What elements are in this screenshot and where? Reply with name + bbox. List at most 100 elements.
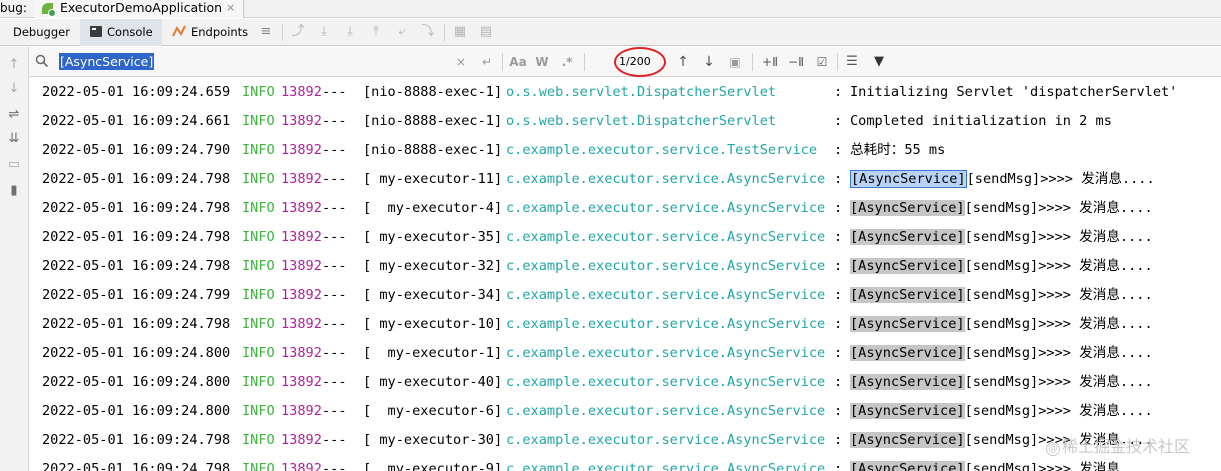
regex-toggle[interactable]: .* [559, 54, 575, 70]
log-logger: c.example.executor.service.AsyncService [506, 229, 826, 245]
log-message: [AsyncService][sendMsg]>>>> 发消息.... [850, 310, 1153, 339]
log-thread: [ my-executor-32] [363, 258, 503, 274]
log-line: 2022-05-01 16:09:24.798 INFO 13892 --- [ my-… [30, 252, 1221, 281]
log-line: 2022-05-01 16:09:24.800 INFO 13892 --- [ my-… [30, 397, 1221, 426]
search-divider [502, 53, 503, 71]
log-message: [AsyncService][sendMsg]>>>> 发消息.... [850, 252, 1153, 281]
log-message: [AsyncService][sendMsg]>>>> 发消息.... [850, 455, 1153, 471]
log-message: [AsyncService][sendMsg]>>>> 发消息.... [850, 339, 1153, 368]
find-bar: [AsyncService] × ↵ Aa W .* 1/200 ↑ ↓ ▣ +… [29, 47, 1221, 77]
previous-match-icon[interactable]: ↑ [675, 53, 691, 71]
print-icon[interactable]: ▭ [6, 157, 22, 173]
search-match: [AsyncService] [850, 432, 965, 448]
log-message: [AsyncService][sendMsg]>>>> 发消息.... [850, 223, 1153, 252]
log-pid: 13892 [281, 403, 322, 419]
log-logger: c.example.executor.service.AsyncService [506, 171, 826, 187]
log-pid: 13892 [281, 345, 322, 361]
log-line: 2022-05-01 16:09:24.799 INFO 13892 --- [ my-… [30, 281, 1221, 310]
log-logger: o.s.web.servlet.DispatcherServlet [506, 113, 777, 129]
annotation-circle [614, 47, 666, 77]
next-match-icon[interactable]: ↓ [701, 53, 717, 71]
step-into-icon[interactable]: ⤓ [342, 24, 358, 40]
log-colon: : [834, 403, 843, 419]
soft-wrap-icon[interactable]: ⇌ [6, 107, 22, 123]
tab-endpoints[interactable]: Endpoints [168, 19, 250, 46]
log-logger: c.example.executor.service.AsyncService [506, 316, 826, 332]
log-colon: : [834, 142, 843, 158]
trace-icon[interactable]: ▤ [478, 24, 494, 40]
menu-icon[interactable]: ≡ [258, 24, 274, 40]
search-match: [AsyncService] [850, 287, 965, 303]
log-message: [AsyncService][sendMsg]>>>> 发消息.... [850, 397, 1153, 426]
log-line: 2022-05-01 16:09:24.659 INFO 13892 --- [nio-… [30, 78, 1221, 107]
select-all-occurrences-icon[interactable]: ☑ [812, 53, 832, 71]
log-line: 2022-05-01 16:09:24.798 INFO 13892 --- [ my-… [30, 165, 1221, 194]
new-line-icon[interactable]: ↵ [479, 54, 495, 70]
console-output[interactable]: 2022-05-01 16:09:24.659 INFO 13892 --- [nio-… [30, 78, 1221, 471]
log-timestamp: 2022-05-01 16:09:24.798 [42, 258, 231, 274]
log-message-tail: [sendMsg]>>>> 发消息.... [964, 287, 1153, 303]
log-colon: : [834, 316, 843, 332]
run-to-cursor-icon[interactable]: ⤵ [420, 24, 436, 40]
log-separator: --- [322, 113, 347, 129]
log-timestamp: 2022-05-01 16:09:24.799 [42, 287, 231, 303]
trash-icon[interactable]: ▮ [6, 183, 22, 199]
log-pid: 13892 [281, 258, 322, 274]
log-level: INFO [242, 461, 275, 471]
evaluate-expression-icon[interactable]: ▦ [452, 24, 468, 40]
scroll-to-end-icon[interactable]: ⇊ [6, 131, 22, 147]
drop-frame-icon[interactable]: ⤶ [394, 24, 410, 40]
log-thread: [ my-executor-35] [363, 229, 503, 245]
log-line: 2022-05-01 16:09:24.798 INFO 13892 --- [ my-… [30, 426, 1221, 455]
log-separator: --- [322, 374, 347, 390]
log-level: INFO [242, 113, 275, 129]
log-message-tail: [sendMsg]>>>> 发消息.... [964, 345, 1153, 361]
log-message: [AsyncService][sendMsg]>>>> 发消息.... [850, 165, 1155, 194]
log-line: 2022-05-01 16:09:24.800 INFO 13892 --- [ my-… [30, 339, 1221, 368]
log-message: 总耗时：55 ms [850, 136, 945, 165]
close-icon[interactable]: × [226, 1, 235, 15]
log-thread: [nio-8888-exec-1] [363, 84, 503, 100]
log-colon: : [834, 374, 843, 390]
filter-options-icon[interactable]: ☰ [844, 53, 860, 71]
search-match: [AsyncService] [850, 374, 965, 390]
step-over-icon[interactable]: ⤓ [316, 24, 332, 40]
clear-search-icon[interactable]: × [454, 54, 468, 70]
log-line: 2022-05-01 16:09:24.800 INFO 13892 --- [ my-… [30, 368, 1221, 397]
search-input[interactable]: [AsyncService] [59, 53, 155, 70]
whole-words-toggle[interactable]: W [534, 54, 550, 70]
log-separator: --- [322, 171, 347, 187]
log-thread: [ my-executor-11] [363, 171, 503, 187]
search-icon[interactable] [35, 54, 49, 68]
step-out-icon[interactable]: ⤒ [368, 24, 384, 40]
match-case-toggle[interactable]: Aa [509, 54, 527, 70]
filter-icon[interactable]: ▼ [871, 53, 887, 71]
log-colon: : [834, 345, 843, 361]
select-all-matches-icon[interactable]: ▣ [727, 53, 743, 71]
log-thread: [ my-executor-1] [363, 345, 503, 361]
search-divider [752, 53, 753, 71]
add-occurrence-icon[interactable]: +Ⅱ [760, 53, 780, 71]
log-thread: [ my-executor-10] [363, 316, 503, 332]
search-match: [AsyncService] [850, 461, 965, 471]
down-arrow-icon[interactable]: ↓ [6, 81, 22, 97]
log-logger: c.example.executor.service.AsyncService [506, 258, 826, 274]
up-arrow-icon[interactable]: ↑ [6, 57, 22, 73]
log-thread: [ my-executor-6] [363, 403, 503, 419]
restore-layout-icon[interactable]: ⤴ [290, 24, 306, 40]
log-separator: --- [322, 461, 347, 471]
log-timestamp: 2022-05-01 16:09:24.798 [42, 432, 231, 448]
tab-debugger[interactable]: Debugger [6, 19, 74, 46]
run-config-tab[interactable]: ExecutorDemoApplication × [34, 0, 244, 18]
log-level: INFO [242, 287, 275, 303]
log-logger: o.s.web.servlet.DispatcherServlet [506, 84, 777, 100]
current-search-match: [AsyncService] [850, 170, 967, 188]
watermark-at-icon: @ [1046, 442, 1060, 456]
remove-occurrence-icon[interactable]: −Ⅱ [786, 53, 806, 71]
log-logger: c.example.executor.service.AsyncService [506, 403, 826, 419]
log-timestamp: 2022-05-01 16:09:24.800 [42, 403, 231, 419]
log-message-text: Initializing Servlet 'dispatcherServlet' [850, 84, 1178, 100]
tab-console[interactable]: Console [80, 19, 162, 46]
log-pid: 13892 [281, 113, 322, 129]
log-thread: [ my-executor-9] [363, 461, 503, 471]
